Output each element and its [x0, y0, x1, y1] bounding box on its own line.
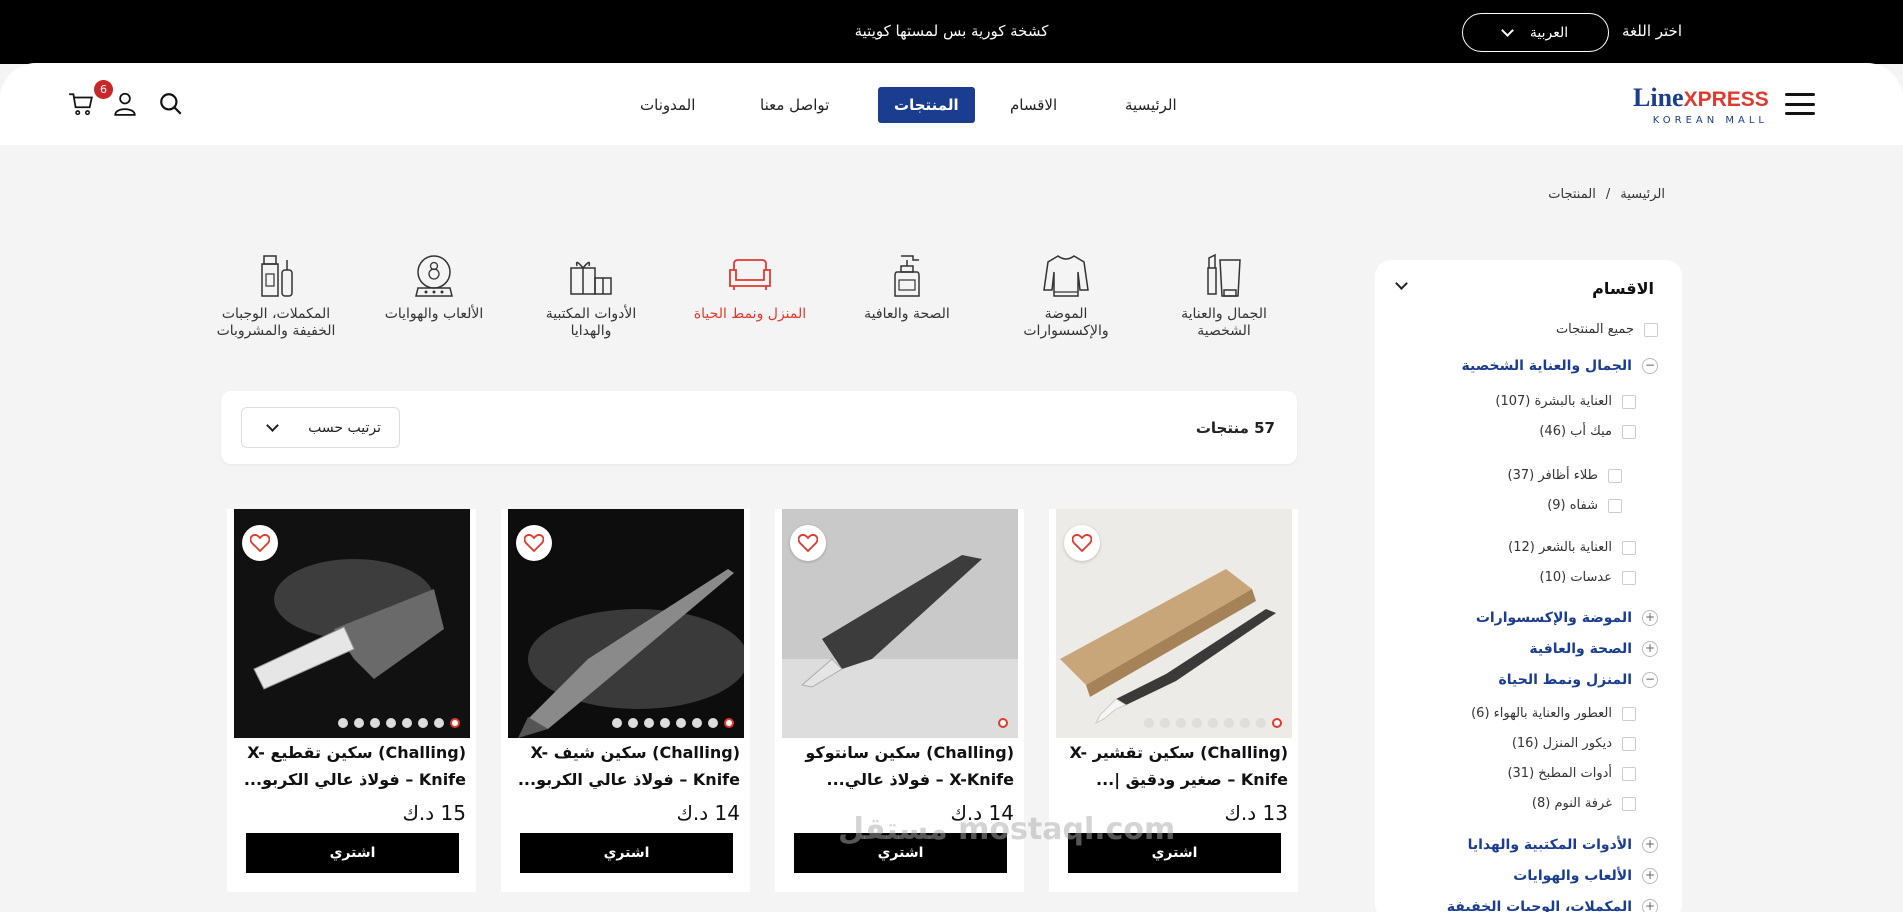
breadcrumb-separator: / [1605, 187, 1611, 202]
supplements-icon [261, 255, 293, 297]
subcategory-lenses[interactable]: عدسات (10) [1539, 570, 1636, 585]
checkbox[interactable] [1644, 322, 1658, 337]
user-icon[interactable] [112, 91, 138, 117]
wishlist-heart-icon[interactable] [1064, 525, 1100, 561]
language-label: اختر اللغة [1622, 22, 1682, 40]
buy-button[interactable]: اشتري [246, 833, 459, 873]
cart-count-badge: 6 [94, 80, 113, 99]
nav-home[interactable]: الرئيسية [1125, 87, 1177, 123]
subcategory-makeup[interactable]: ميك أب (46) [1539, 424, 1636, 439]
filter-all-products[interactable]: جميع المنتجات [1556, 322, 1658, 337]
sidebar-title: الاقسام [1592, 279, 1654, 298]
breadcrumb-current: المنتجات [1548, 187, 1596, 202]
chevron-down-icon [266, 418, 279, 432]
category-beauty[interactable]: − الجمال والعناية الشخصية [1462, 358, 1658, 374]
products-toolbar: 57 منتجات ترتيب حسب [221, 391, 1297, 464]
product-title[interactable]: (Challing) سكين شيف X-Knife – فولاذ عالي… [510, 739, 740, 793]
sort-label: ترتيب حسب [308, 419, 381, 436]
category-tile-home[interactable]: المنزل ونمط الحياة [685, 252, 815, 323]
plus-icon[interactable]: + [1642, 837, 1658, 853]
subcategory-perfume[interactable]: العطور والعناية بالهواء (6) [1471, 706, 1636, 721]
image-pagination[interactable] [612, 718, 734, 728]
image-pagination[interactable] [902, 718, 1008, 728]
nav-contact[interactable]: تواصل معنا [760, 87, 829, 123]
nav-blog[interactable]: المدونات [640, 87, 695, 123]
subcategory-nails[interactable]: طلاء أظافر (37) [1508, 468, 1622, 483]
category-tile-office[interactable]: الأدوات المكتبية والهدايا [526, 252, 656, 340]
category-tile-toys[interactable]: الألعاب والهوايات [369, 252, 499, 323]
wishlist-heart-icon[interactable] [516, 525, 552, 561]
product-price: 15 د.ك [402, 801, 466, 825]
category-toys[interactable]: + الألعاب والهوايات [1513, 868, 1658, 884]
category-fashion[interactable]: + الموضة والإكسسوارات [1476, 610, 1658, 626]
nav-categories[interactable]: الاقسام [1010, 87, 1057, 123]
category-home[interactable]: − المنزل ونمط الحياة [1499, 672, 1658, 688]
cart-icon[interactable] [68, 91, 94, 117]
product-price: 14 د.ك [676, 801, 740, 825]
sofa-icon [729, 259, 771, 290]
pump-bottle-icon [894, 255, 920, 297]
product-title[interactable]: (Challing) سكين تقطيع X-Knife – فولاذ عا… [236, 739, 466, 793]
language-select[interactable]: العربية [1462, 13, 1609, 52]
image-pagination[interactable] [338, 718, 460, 728]
minus-icon[interactable]: − [1642, 358, 1658, 374]
wishlist-heart-icon[interactable] [790, 525, 826, 561]
breadcrumb: الرئيسية / المنتجات [1548, 187, 1665, 202]
sweater-icon [1043, 255, 1089, 297]
header: LineXPRESS KOREAN MALL الرئيسية الاقسام … [0, 63, 1903, 145]
language-selected: العربية [1529, 24, 1569, 41]
sort-dropdown[interactable]: ترتيب حسب [241, 407, 400, 448]
product-count: 57 منتجات [1195, 419, 1275, 437]
category-tile-fashion[interactable]: الموضة والإكسسوارات [1001, 252, 1131, 340]
subcategory-bedroom[interactable]: غرفة النوم (8) [1532, 796, 1636, 811]
chevron-down-icon [1500, 23, 1514, 37]
logo[interactable]: LineXPRESS KOREAN MALL [1633, 83, 1769, 127]
buy-button[interactable]: اشتري [520, 833, 733, 873]
subcategory-hair[interactable]: العناية بالشعر (12) [1508, 540, 1636, 555]
product-image[interactable] [508, 509, 744, 738]
plus-icon[interactable]: + [1642, 868, 1658, 884]
wishlist-heart-icon[interactable] [242, 525, 278, 561]
product-title[interactable]: (Challing) سكين تقشير X-Knife – صغير ودق… [1058, 739, 1289, 793]
subcategory-decor[interactable]: ديكور المنزل (16) [1512, 736, 1636, 751]
plus-icon[interactable]: + [1642, 610, 1658, 626]
collapse-chevron-icon[interactable] [1395, 277, 1408, 290]
product-image[interactable] [782, 509, 1018, 738]
product-title[interactable]: (Challing) سكين سانتوكو X-Knife – فولاذ … [784, 739, 1014, 793]
image-pagination[interactable] [1144, 718, 1282, 728]
search-icon[interactable] [158, 91, 184, 117]
category-tile-health[interactable]: الصحة والعافية [842, 252, 972, 323]
top-bar: كشخة كورية بس لمستها كويتية اختر اللغة ا… [0, 0, 1903, 64]
product-price: 13 د.ك [1224, 801, 1288, 825]
category-supplements[interactable]: + المكملات، الوجبات الخفيفة [1447, 899, 1658, 912]
category-health[interactable]: + الصحة والعافية [1529, 641, 1658, 657]
product-image[interactable] [234, 509, 470, 738]
product-card[interactable]: (Challing) سكين شيف X-Knife – فولاذ عالي… [501, 509, 750, 892]
category-tile-beauty[interactable]: الجمال والعناية الشخصية [1159, 252, 1289, 340]
logo-line1-b: XPRESS [1683, 88, 1769, 111]
category-tile-supplements[interactable]: المكملات، الوجبات الخفيفة والمشروبات [211, 252, 341, 340]
logo-line1: Line [1633, 83, 1684, 112]
cosmetics-icon [1207, 253, 1241, 297]
plus-icon[interactable]: + [1642, 899, 1658, 912]
nav-products[interactable]: المنتجات [878, 87, 975, 123]
promo-text: كشخة كورية بس لمستها كويتية [854, 22, 1049, 40]
product-card[interactable]: (Challing) سكين تقطيع X-Knife – فولاذ عا… [227, 509, 476, 892]
gifts-icon [570, 261, 612, 295]
snow-globe-icon [415, 255, 453, 297]
subcategory-kitchen[interactable]: أدوات المطبخ (31) [1507, 766, 1636, 781]
plus-icon[interactable]: + [1642, 641, 1658, 657]
product-image[interactable] [1056, 509, 1292, 738]
watermark: مستقل mostaql.com [838, 812, 1176, 847]
subcategory-skin[interactable]: العناية بالبشرة (107) [1495, 394, 1636, 409]
subcategory-lips[interactable]: شفاه (9) [1547, 498, 1622, 513]
category-office[interactable]: + الأدوات المكتبية والهدايا [1468, 837, 1658, 853]
minus-icon[interactable]: − [1642, 672, 1658, 688]
breadcrumb-home[interactable]: الرئيسية [1620, 187, 1665, 202]
category-sidebar: الاقسام جميع المنتجات − الجمال والعناية ا… [1375, 260, 1682, 912]
menu-icon[interactable] [1785, 93, 1815, 115]
logo-tagline: KOREAN MALL [1652, 115, 1768, 126]
